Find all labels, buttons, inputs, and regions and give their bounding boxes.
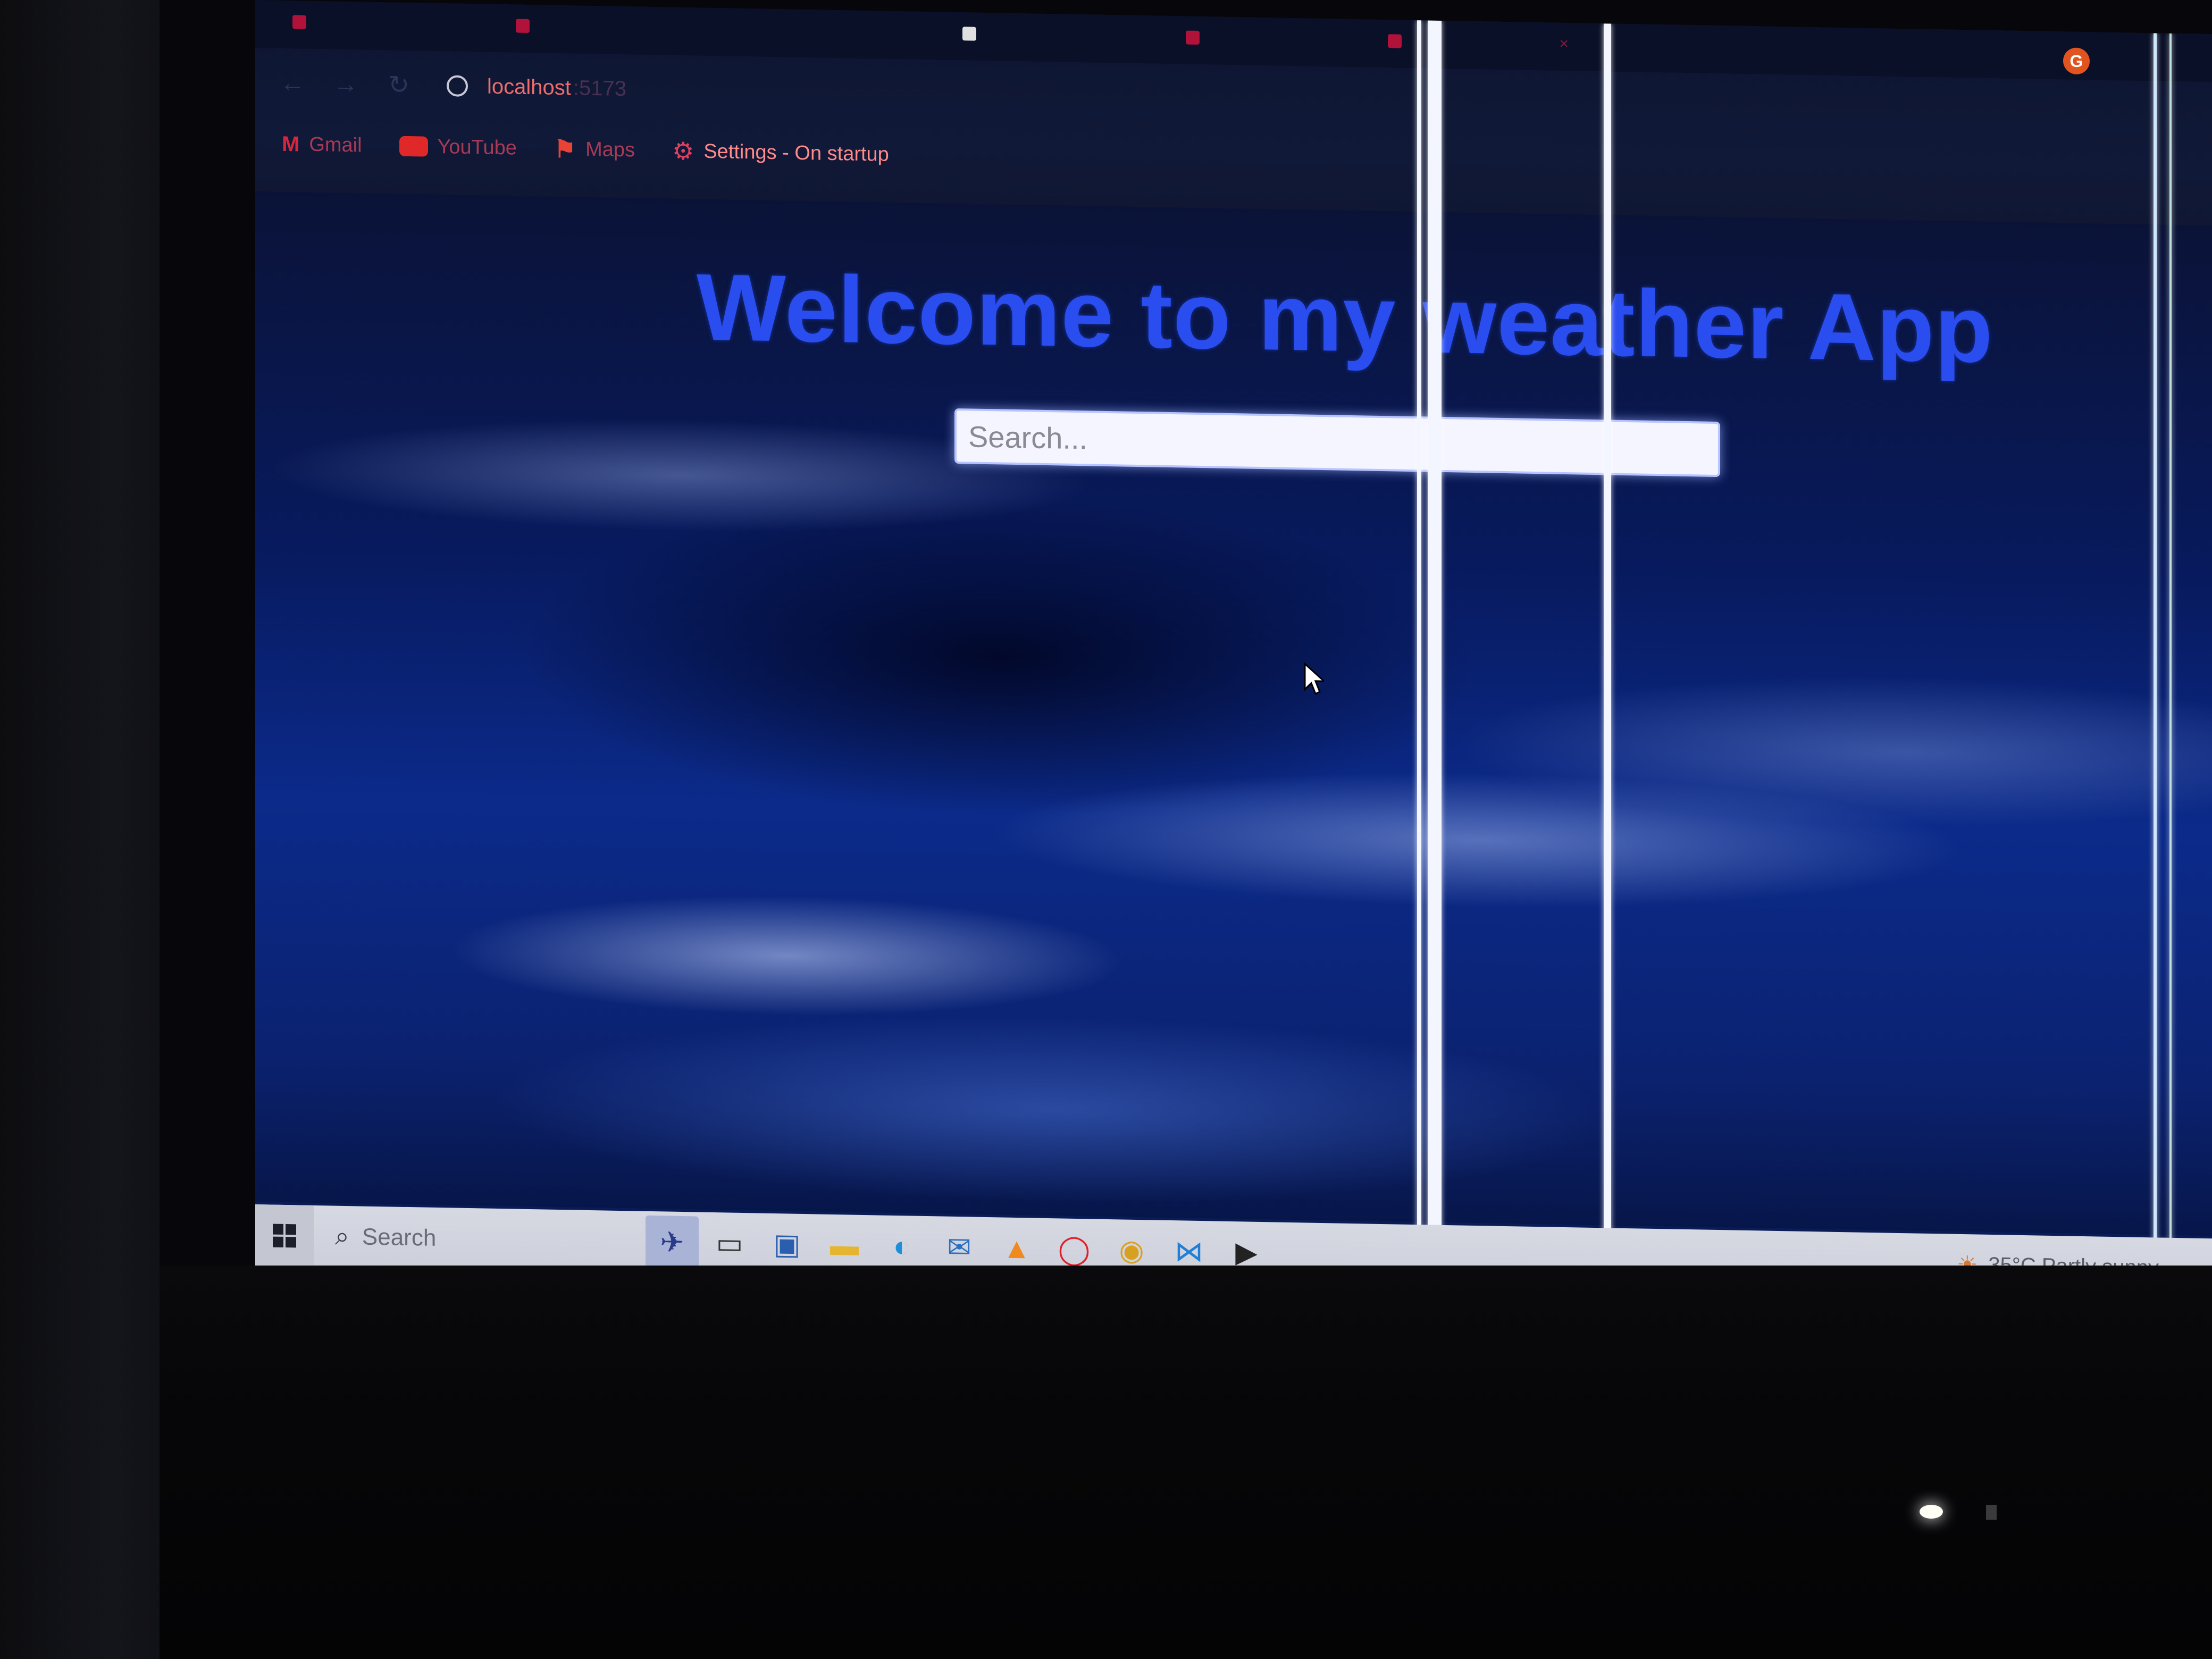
back-arrow-icon[interactable]: ← <box>276 67 308 99</box>
browser-tab[interactable] <box>1170 16 1388 62</box>
tab-favicon-icon <box>292 15 306 29</box>
screen: × G ← → ↻ localhost :5173 M Gmail YouTub… <box>255 0 2212 1300</box>
site-info-icon[interactable] <box>447 75 468 97</box>
display-glitch-line <box>2169 33 2172 1299</box>
browser-tab[interactable] <box>946 12 1164 58</box>
address-port: :5173 <box>573 76 626 100</box>
store-icon[interactable]: ▣ <box>760 1217 814 1271</box>
bookmark-label: YouTube <box>437 135 517 160</box>
task-view-icon[interactable]: ▭ <box>703 1216 756 1270</box>
weather-app-page: Welcome to my weather App <box>255 191 2212 1236</box>
bookmark-youtube[interactable]: YouTube <box>399 135 517 160</box>
display-glitch-line <box>1417 20 1421 1286</box>
browser-tab[interactable] <box>276 1 495 47</box>
mouse-cursor-icon <box>1304 662 1324 695</box>
power-led <box>1920 1505 1943 1519</box>
taskbar-search-placeholder: Search <box>362 1224 437 1251</box>
tab-favicon-icon <box>1388 34 1402 48</box>
tab-favicon-icon <box>1186 30 1200 45</box>
status-led <box>1986 1505 1997 1520</box>
display-glitch-line <box>1428 20 1442 1286</box>
start-button[interactable] <box>255 1204 314 1267</box>
page-title: Welcome to my weather App <box>697 254 1993 383</box>
browser-tab-active[interactable]: × <box>1372 20 1590 66</box>
browser-tab[interactable] <box>500 4 718 51</box>
display-glitch-line <box>1604 23 1611 1289</box>
tab-favicon-icon <box>962 27 976 41</box>
airplane-icon[interactable]: ✈ <box>646 1215 699 1270</box>
tab-favicon-icon <box>516 19 530 33</box>
address-url: localhost <box>487 74 571 99</box>
file-explorer-icon[interactable]: ▬ <box>818 1218 871 1272</box>
bookmark-gmail[interactable]: M Gmail <box>282 132 362 157</box>
reload-icon[interactable]: ↻ <box>383 69 415 101</box>
grammarly-icon[interactable]: G <box>2063 47 2090 75</box>
windows-logo-icon <box>273 1224 296 1247</box>
gmail-icon: M <box>282 132 300 156</box>
close-icon[interactable]: × <box>1559 35 1569 53</box>
bookmark-maps[interactable]: ⚑ Maps <box>554 135 635 165</box>
laptop-body <box>160 1266 2212 1659</box>
bookmark-label: Maps <box>585 138 635 161</box>
forward-arrow-icon[interactable]: → <box>330 68 362 100</box>
address-bar[interactable]: localhost :5173 <box>447 67 626 107</box>
youtube-icon <box>399 136 428 157</box>
bookmark-settings[interactable]: ⚙ Settings - On startup <box>672 137 889 169</box>
bookmark-label: Gmail <box>309 133 362 157</box>
gear-icon: ⚙ <box>672 137 694 165</box>
display-glitch-line <box>2154 33 2157 1299</box>
bookmark-label: Settings - On startup <box>703 140 889 166</box>
search-icon: ⌕ <box>335 1222 349 1251</box>
browser-chrome: × G ← → ↻ localhost :5173 M Gmail YouTub… <box>255 0 2212 228</box>
maps-icon: ⚑ <box>554 135 576 163</box>
taskbar-search[interactable]: ⌕ Search <box>314 1205 643 1272</box>
photo-frame: × G ← → ↻ localhost :5173 M Gmail YouTub… <box>0 0 2212 1659</box>
